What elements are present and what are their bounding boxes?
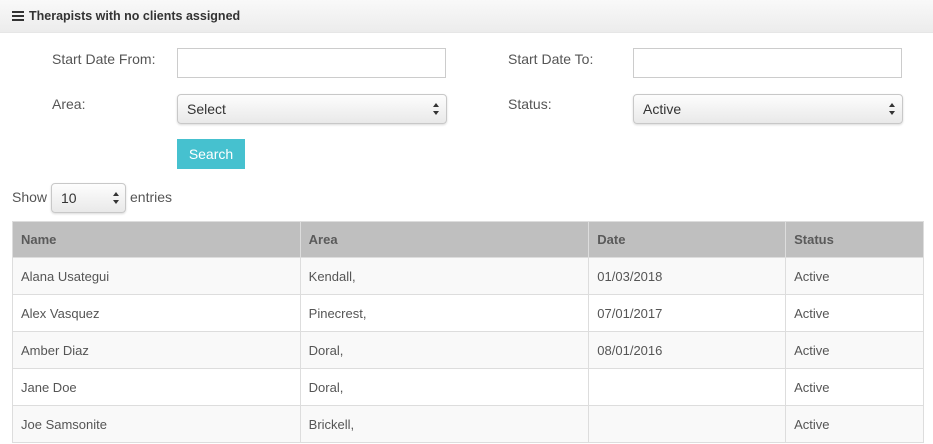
start-date-from-input[interactable]: [177, 48, 446, 78]
status-select[interactable]: Active: [633, 94, 903, 124]
column-header-status[interactable]: Status: [785, 221, 924, 258]
cell-name: Jane Doe: [12, 368, 301, 406]
cell-name: Alana Usategui: [12, 257, 301, 295]
column-header-area[interactable]: Area: [299, 221, 590, 258]
column-header-name[interactable]: Name: [12, 221, 301, 258]
select-arrows-icon: [113, 192, 119, 204]
area-label: Area:: [52, 96, 86, 112]
cell-date: 07/01/2017: [588, 294, 787, 332]
panel-header: Therapists with no clients assigned: [0, 0, 933, 33]
entries-length-select[interactable]: 10: [51, 183, 126, 213]
select-arrows-icon: [889, 103, 895, 115]
show-label: Show: [12, 189, 48, 205]
entries-length-value: 10: [61, 190, 77, 206]
cell-date: 01/03/2018: [588, 257, 787, 295]
start-date-to-input[interactable]: [633, 48, 902, 78]
cell-status: Active: [785, 331, 924, 369]
cell-status: Active: [785, 405, 924, 443]
select-arrows-icon: [433, 103, 439, 115]
cell-name: Alex Vasquez: [12, 294, 301, 332]
cell-date: [588, 368, 787, 406]
start-date-to-label: Start Date To:: [508, 51, 594, 67]
panel-title: Therapists with no clients assigned: [29, 9, 241, 23]
cell-area: Brickell,: [299, 405, 590, 443]
status-label: Status:: [508, 96, 552, 112]
entries-label: entries: [130, 189, 173, 205]
table-row[interactable]: Alana Usategui Kendall, 01/03/2018 Activ…: [12, 257, 924, 295]
table-row[interactable]: Alex Vasquez Pinecrest, 07/01/2017 Activ…: [12, 294, 924, 332]
cell-area: Pinecrest,: [299, 294, 590, 332]
cell-status: Active: [785, 294, 924, 332]
cell-date: [588, 405, 787, 443]
cell-date: 08/01/2016: [588, 331, 787, 369]
table-row[interactable]: Jane Doe Doral, Active: [12, 368, 924, 406]
table-row[interactable]: Amber Diaz Doral, 08/01/2016 Active: [12, 331, 924, 369]
cell-area: Doral,: [299, 331, 590, 369]
table-row[interactable]: Joe Samsonite Brickell, Active: [12, 405, 924, 443]
cell-name: Amber Diaz: [12, 331, 301, 369]
cell-area: Kendall,: [299, 257, 590, 295]
status-select-value: Active: [643, 101, 682, 117]
start-date-from-label: Start Date From:: [52, 51, 156, 67]
search-button[interactable]: Search: [177, 139, 245, 169]
therapists-table: Name Area Date Status Alana Usategui Ken…: [12, 221, 924, 443]
cell-name: Joe Samsonite: [12, 405, 301, 443]
area-select-value: Select: [187, 101, 226, 117]
area-select[interactable]: Select: [177, 94, 447, 124]
cell-status: Active: [785, 368, 924, 406]
cell-area: Doral,: [299, 368, 590, 406]
menu-icon[interactable]: [12, 11, 24, 21]
cell-status: Active: [785, 257, 924, 295]
table-header-row: Name Area Date Status: [12, 221, 924, 258]
column-header-date[interactable]: Date: [588, 221, 787, 258]
